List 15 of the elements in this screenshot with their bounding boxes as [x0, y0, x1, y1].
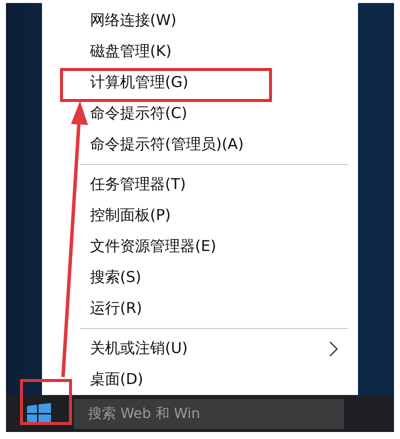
chevron-icon: [329, 340, 338, 356]
menu-item[interactable]: 控制面板(P): [42, 200, 358, 231]
menu-item[interactable]: 任务管理器(T): [42, 169, 358, 200]
menu-item[interactable]: 磁盘管理(K): [42, 36, 358, 67]
menu-item[interactable]: 关机或注销(U): [42, 333, 358, 364]
menu-item[interactable]: 搜索(S): [42, 262, 358, 293]
menu-item[interactable]: 命令提示符(C): [42, 98, 358, 129]
menu-item[interactable]: 运行(R): [42, 293, 358, 324]
menu-item[interactable]: 计算机管理(G): [42, 67, 358, 98]
windows-logo-icon: [27, 402, 51, 424]
search-field[interactable]: 搜索 Web 和 Win: [74, 398, 344, 428]
menu-item[interactable]: 文件资源管理器(E): [42, 231, 358, 262]
menu-item[interactable]: 命令提示符(管理员)(A): [42, 129, 358, 160]
menu-item[interactable]: 桌面(D): [42, 364, 358, 395]
menu-item[interactable]: 网络连接(W): [42, 5, 358, 36]
